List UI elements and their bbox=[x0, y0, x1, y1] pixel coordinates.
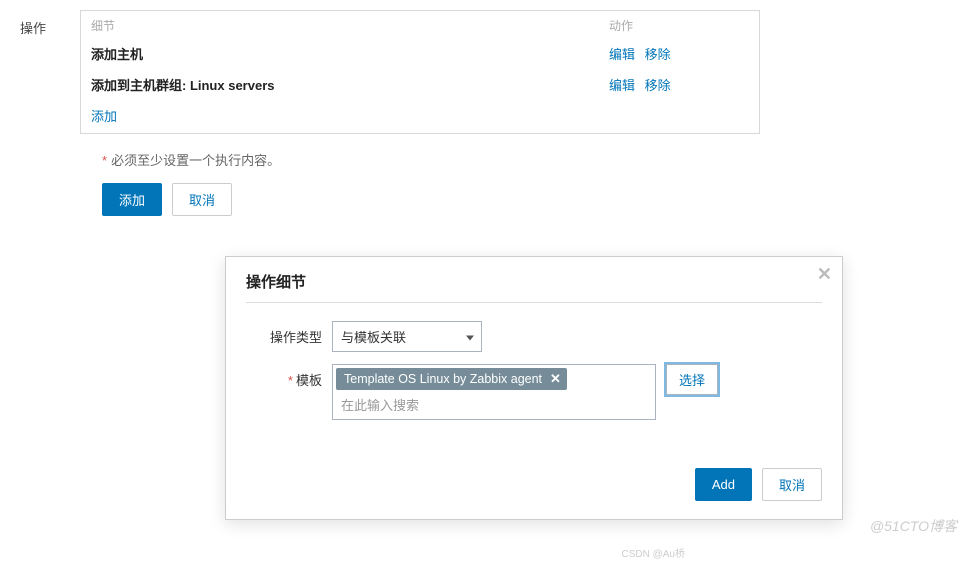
operations-table: 细节 动作 添加主机 编辑 移除 添加到主机群组: Linux servers … bbox=[80, 10, 760, 134]
col-header-action: 动作 bbox=[609, 17, 749, 34]
modal-title: 操作细节 bbox=[246, 271, 822, 303]
watermark: @51CTO博客 bbox=[870, 516, 957, 536]
table-row: 添加主机 编辑 移除 bbox=[81, 38, 759, 69]
operations-label: 操作 bbox=[20, 10, 80, 37]
select-button[interactable]: 选择 bbox=[666, 364, 718, 395]
tag-remove-icon[interactable]: ✕ bbox=[550, 371, 561, 387]
watermark: CSDN @Au桥 bbox=[622, 545, 686, 560]
required-hint: *必须至少设置一个执行内容。 bbox=[102, 150, 945, 169]
template-multiselect[interactable]: Template OS Linux by Zabbix agent ✕ 在此输入… bbox=[332, 364, 656, 420]
remove-link[interactable]: 移除 bbox=[645, 47, 671, 62]
template-search-placeholder[interactable]: 在此输入搜索 bbox=[335, 391, 653, 417]
template-label: *模板 bbox=[246, 364, 332, 389]
operation-type-select[interactable]: 与模板关联 bbox=[332, 321, 482, 352]
operation-type-value: 与模板关联 bbox=[341, 327, 406, 346]
table-row: 添加到主机群组: Linux servers 编辑 移除 bbox=[81, 69, 759, 100]
cancel-button[interactable]: 取消 bbox=[172, 183, 232, 216]
edit-link[interactable]: 编辑 bbox=[609, 47, 635, 62]
col-header-detail: 细节 bbox=[91, 17, 609, 34]
row-detail: 添加主机 bbox=[91, 44, 609, 63]
operation-detail-modal: ✕ 操作细节 操作类型 与模板关联 *模板 Template OS Linux … bbox=[225, 256, 843, 520]
row-detail: 添加到主机群组: Linux servers bbox=[91, 75, 609, 94]
remove-link[interactable]: 移除 bbox=[645, 78, 671, 93]
add-operation-link[interactable]: 添加 bbox=[81, 100, 759, 133]
close-icon[interactable]: ✕ bbox=[817, 265, 832, 283]
modal-cancel-button[interactable]: 取消 bbox=[762, 468, 822, 501]
modal-add-button[interactable]: Add bbox=[695, 468, 752, 501]
chevron-down-icon bbox=[466, 335, 474, 340]
edit-link[interactable]: 编辑 bbox=[609, 78, 635, 93]
template-tag: Template OS Linux by Zabbix agent ✕ bbox=[336, 368, 567, 390]
add-button[interactable]: 添加 bbox=[102, 183, 162, 216]
operation-type-label: 操作类型 bbox=[246, 321, 332, 346]
